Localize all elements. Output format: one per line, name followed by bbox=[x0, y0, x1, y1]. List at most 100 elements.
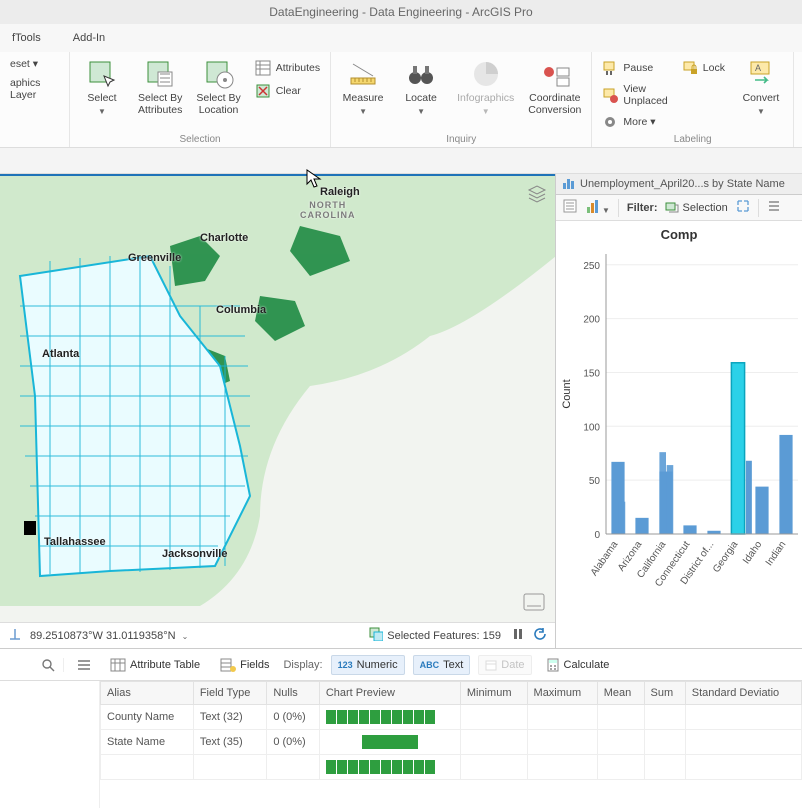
chart-type-icon[interactable]: ▼ bbox=[586, 199, 610, 216]
map-panel[interactable]: Raleigh NORTH CAROLINA Charlotte Greenvi… bbox=[0, 174, 555, 648]
city-greenville: Greenville bbox=[128, 252, 181, 264]
table-row[interactable] bbox=[101, 755, 802, 780]
ribbon: eset ▾ aphics Layer Select ▼ bbox=[0, 52, 802, 148]
group-inquiry-label: Inquiry bbox=[339, 132, 583, 145]
window-titlebar: DataEngineering - Data Engineering - Arc… bbox=[0, 0, 802, 24]
table-row[interactable]: State NameText (35)0 (0%) bbox=[101, 730, 802, 755]
map-svg bbox=[0, 176, 555, 624]
coordinates-readout: 89.2510873°W 31.0119358°N bbox=[30, 630, 176, 642]
coord-icon bbox=[539, 58, 571, 90]
graphics-layer-button[interactable]: aphics Layer bbox=[8, 75, 61, 103]
filter-selection-button[interactable]: Selection bbox=[665, 202, 727, 214]
group-labeling-label: Labeling bbox=[600, 132, 785, 145]
calculate-button[interactable]: Calculate bbox=[540, 655, 616, 675]
search-icon[interactable] bbox=[4, 658, 64, 672]
hamburger-icon[interactable] bbox=[72, 659, 96, 671]
svg-text:Alabama: Alabama bbox=[589, 539, 621, 578]
select-button[interactable]: Select ▼ bbox=[78, 56, 126, 118]
more-labeling-button[interactable]: More ▾ bbox=[600, 112, 669, 132]
col-header[interactable]: Field Type bbox=[193, 682, 267, 705]
chart-tab[interactable]: Unemployment_April20...s by State Name bbox=[556, 174, 802, 195]
col-header[interactable]: Chart Preview bbox=[319, 682, 460, 705]
chart-canvas[interactable]: 050100150200250CountAlabamaArizonaCalifo… bbox=[556, 244, 802, 648]
refresh-icon[interactable] bbox=[533, 627, 547, 644]
menu-addin[interactable]: Add-In bbox=[67, 28, 111, 48]
menubar: fTools Add-In bbox=[0, 24, 802, 52]
ribbon-group-blank bbox=[8, 143, 61, 145]
chart-toolbar: ▼ Filter: Selection bbox=[556, 195, 802, 221]
col-header[interactable]: Mean bbox=[597, 682, 644, 705]
measure-button[interactable]: Measure ▼ bbox=[339, 56, 387, 118]
lock-icon bbox=[682, 60, 698, 76]
menu-ftools[interactable]: fTools bbox=[6, 28, 47, 48]
convert-icon: A bbox=[745, 58, 777, 90]
coord-dropdown-icon[interactable]: ⌄ bbox=[182, 632, 189, 641]
props-icon[interactable] bbox=[562, 198, 578, 217]
chart-tab-label: Unemployment_April20...s by State Name bbox=[580, 178, 785, 190]
col-header[interactable]: Sum bbox=[644, 682, 685, 705]
dropdown-icon: ▼ bbox=[417, 107, 425, 116]
city-charlotte: Charlotte bbox=[200, 232, 248, 244]
dropdown-icon: ▼ bbox=[482, 107, 490, 116]
select-by-location-button[interactable]: Select By Location bbox=[194, 56, 242, 118]
pause-labeling-button[interactable]: Pause bbox=[600, 58, 669, 78]
cursor-rect-icon bbox=[86, 58, 118, 90]
unplaced-icon bbox=[602, 87, 618, 103]
select-by-attributes-button[interactable]: Select By Attributes bbox=[136, 56, 184, 118]
col-header[interactable]: Minimum bbox=[460, 682, 527, 705]
lock-labeling-button[interactable]: Lock bbox=[680, 58, 727, 78]
col-header[interactable]: Alias bbox=[101, 682, 194, 705]
edit-bar bbox=[0, 148, 802, 174]
svg-text:0: 0 bbox=[594, 530, 600, 541]
pause-draw-icon[interactable] bbox=[511, 627, 525, 644]
field-grid[interactable]: AliasField TypeNullsChart PreviewMinimum… bbox=[100, 681, 802, 808]
view-unplaced-button[interactable]: View Unplaced bbox=[600, 81, 669, 109]
fields-button[interactable]: Fields bbox=[214, 655, 275, 675]
city-tallahassee: Tallahassee bbox=[44, 536, 106, 548]
pie-icon bbox=[470, 58, 502, 90]
dropdown-icon: ▼ bbox=[359, 107, 367, 116]
svg-text:250: 250 bbox=[583, 261, 600, 272]
coordinate-conversion-button[interactable]: Coordinate Conversion bbox=[526, 56, 583, 118]
table-icon bbox=[255, 60, 271, 76]
binoculars-icon bbox=[405, 58, 437, 90]
svg-text:150: 150 bbox=[583, 368, 600, 379]
map-statusbar: 89.2510873°W 31.0119358°N ⌄ Selected Fea… bbox=[0, 622, 555, 648]
city-jacksonville: Jacksonville bbox=[162, 548, 227, 560]
svg-text:Georgia: Georgia bbox=[711, 539, 741, 575]
svg-text:50: 50 bbox=[589, 476, 601, 487]
locate-button[interactable]: Locate ▼ bbox=[397, 56, 445, 118]
attribute-table-button[interactable]: Attribute Table bbox=[104, 655, 206, 675]
clear-selection-button[interactable]: Clear bbox=[253, 81, 322, 101]
chart-title: Comp bbox=[556, 221, 802, 244]
attributes-button[interactable]: Attributes bbox=[253, 58, 322, 78]
infographics-button: Infographics ▼ bbox=[455, 56, 516, 118]
content-area: Raleigh NORTH CAROLINA Charlotte Greenvi… bbox=[0, 174, 802, 648]
group-selection-label: Selection bbox=[78, 132, 322, 145]
selected-features-readout: Selected Features: 159 bbox=[387, 630, 501, 642]
date-toggle[interactable]: Date bbox=[478, 655, 531, 675]
numeric-toggle[interactable]: 123 Numeric bbox=[331, 655, 405, 675]
selected-features-icon bbox=[369, 627, 383, 644]
chart-menu-icon[interactable] bbox=[767, 200, 781, 215]
window-title: DataEngineering - Data Engineering - Arc… bbox=[269, 5, 532, 19]
gear-icon bbox=[602, 114, 618, 130]
dropdown-icon: ▼ bbox=[757, 107, 765, 116]
filter-extent-icon[interactable] bbox=[736, 199, 750, 216]
col-header[interactable]: Standard Deviatio bbox=[685, 682, 801, 705]
reset-button[interactable]: eset ▾ bbox=[8, 56, 61, 72]
convert-labels-button[interactable]: A Convert ▼ bbox=[737, 56, 785, 118]
select-attrs-icon bbox=[144, 58, 176, 90]
constraint-icon[interactable] bbox=[8, 627, 22, 644]
state-nc: NORTH CAROLINA bbox=[300, 200, 356, 220]
map-widget-icon[interactable] bbox=[523, 593, 545, 614]
col-header[interactable]: Maximum bbox=[527, 682, 597, 705]
svg-text:Idaho: Idaho bbox=[741, 539, 765, 566]
svg-text:200: 200 bbox=[583, 315, 600, 326]
col-header[interactable]: Nulls bbox=[267, 682, 320, 705]
map-view[interactable]: Raleigh NORTH CAROLINA Charlotte Greenvi… bbox=[0, 176, 555, 648]
layers-stack-icon[interactable] bbox=[527, 184, 547, 207]
text-toggle[interactable]: ABC Text bbox=[413, 655, 471, 675]
table-row[interactable]: County NameText (32)0 (0%) bbox=[101, 705, 802, 730]
field-sidebar bbox=[0, 681, 100, 808]
